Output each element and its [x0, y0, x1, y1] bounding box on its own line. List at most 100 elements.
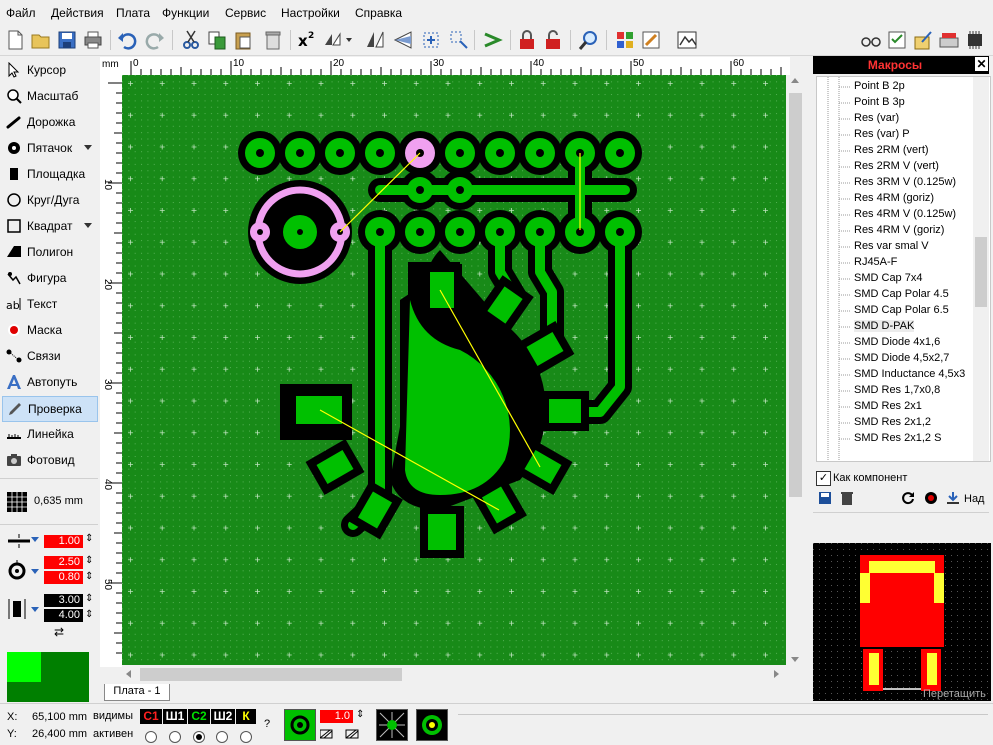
tool-figure[interactable]: Фигура — [2, 266, 96, 290]
scanner-icon[interactable] — [938, 29, 960, 51]
lock-icon[interactable] — [516, 29, 538, 51]
menu-service[interactable]: Сервис — [225, 6, 266, 20]
metallization-button[interactable] — [284, 709, 316, 741]
menu-help[interactable]: Справка — [355, 6, 402, 20]
swap-icon[interactable]: ⇄ — [54, 625, 64, 639]
macros-scrollbar[interactable] — [973, 77, 989, 461]
layer-c2-radio[interactable] — [193, 731, 205, 743]
pad-inner-field[interactable]: 0.80 — [44, 571, 83, 584]
macro-item[interactable]: SMD Diode 4x1,6 — [854, 336, 940, 348]
spin-icon[interactable]: ⇕ — [356, 709, 364, 720]
scroll-right-icon[interactable] — [774, 670, 779, 678]
spin-icon[interactable]: ⇕ — [85, 593, 93, 604]
chevron-down-icon[interactable] — [31, 607, 39, 612]
record-icon[interactable] — [924, 491, 938, 505]
spin-icon[interactable]: ⇕ — [85, 609, 93, 620]
zoom-icon[interactable] — [578, 29, 600, 51]
layer-c1-radio[interactable] — [145, 731, 157, 743]
help-icon[interactable]: ? — [264, 718, 270, 730]
glasses-icon[interactable] — [860, 29, 882, 51]
macro-item[interactable]: Res 4RM (goriz) — [854, 192, 934, 204]
pcb-board-canvas[interactable] — [122, 75, 786, 665]
macro-item[interactable]: Res 4RM V (0.125w) — [854, 208, 956, 220]
spin-icon[interactable]: ⇕ — [85, 533, 93, 544]
photo-icon[interactable] — [676, 29, 698, 51]
tab-board-1[interactable]: Плата - 1 — [104, 684, 170, 701]
x2-icon[interactable]: x2 — [296, 29, 318, 51]
macro-preview[interactable]: Перетащить — [813, 543, 991, 701]
scroll-left-icon[interactable] — [126, 670, 131, 678]
scroll-thumb[interactable] — [975, 237, 987, 307]
layer-c2-toggle[interactable]: С2 — [188, 709, 210, 724]
tool-circle[interactable]: Круг/Дуга — [2, 188, 96, 212]
macro-item[interactable]: Res (var) P — [854, 128, 910, 140]
macro-item[interactable]: SMD Res 2x1,2 — [854, 416, 931, 428]
redo-icon[interactable] — [144, 29, 166, 51]
tool-cursor[interactable]: Курсор — [2, 58, 96, 82]
macro-item[interactable]: Res var smal V — [854, 240, 929, 252]
tool-check[interactable]: Проверка — [2, 396, 98, 422]
macro-item-selected[interactable]: SMD D-PAK — [854, 320, 915, 332]
macro-item[interactable]: SMD Res 1,7x0,8 — [854, 384, 940, 396]
chevron-down-icon[interactable] — [31, 537, 39, 542]
spin-icon[interactable]: ⇕ — [85, 571, 93, 582]
macro-item[interactable]: RJ45A-F — [854, 256, 897, 268]
route-icon[interactable] — [482, 29, 504, 51]
macro-item[interactable]: Res (var) — [854, 112, 899, 124]
horizontal-scrollbar[interactable] — [122, 666, 787, 683]
macro-item[interactable]: SMD Inductance 4,5x3 — [854, 368, 965, 380]
tool-track[interactable]: Дорожка — [2, 110, 96, 134]
tool-text[interactable]: ab Текст — [2, 292, 96, 316]
layer-c1-toggle[interactable]: С1 — [140, 709, 162, 724]
tool-square[interactable]: Квадрат — [2, 214, 96, 238]
cut-icon[interactable] — [180, 29, 202, 51]
save-icon[interactable] — [56, 29, 78, 51]
tool-ruler[interactable]: Линейка — [2, 422, 96, 446]
smd-width-field[interactable]: 3.00 — [44, 594, 83, 607]
macro-item[interactable]: SMD Res 2x1,2 S — [854, 432, 941, 444]
delete-icon[interactable] — [262, 29, 284, 51]
macro-item[interactable]: Res 2RM V (vert) — [854, 160, 939, 172]
chevron-down-icon[interactable] — [84, 223, 92, 228]
unlock-icon[interactable] — [542, 29, 564, 51]
tool-polygon[interactable]: Полигон — [2, 240, 96, 264]
track-width-field[interactable]: 1.00 — [44, 535, 83, 548]
macro-item[interactable]: Point B 2p — [854, 80, 905, 92]
save-icon[interactable] — [818, 491, 832, 505]
tool-zoom[interactable]: Масштаб — [2, 84, 96, 108]
copy-icon[interactable] — [206, 29, 228, 51]
mirror-h-icon[interactable] — [322, 29, 352, 51]
menu-board[interactable]: Плата — [116, 6, 150, 20]
mirror-v2-icon[interactable] — [392, 29, 414, 51]
menu-settings[interactable]: Настройки — [281, 6, 340, 20]
scroll-down-icon[interactable] — [791, 657, 799, 662]
scroll-thumb[interactable] — [140, 668, 402, 681]
chevron-down-icon[interactable] — [84, 145, 92, 150]
open-icon[interactable] — [30, 29, 52, 51]
export-icon[interactable] — [912, 29, 934, 51]
scroll-up-icon[interactable] — [791, 78, 799, 83]
refresh-icon[interactable] — [901, 491, 915, 505]
scroll-thumb[interactable] — [789, 93, 802, 497]
macro-item[interactable]: SMD Cap Polar 4.5 — [854, 288, 949, 300]
mirror-v1-icon[interactable] — [364, 29, 386, 51]
tool-pad[interactable]: Пятачок — [2, 136, 96, 160]
close-icon[interactable]: ✕ — [975, 57, 988, 71]
tool-connections[interactable]: Связи — [2, 344, 96, 368]
undo-icon[interactable] — [116, 29, 138, 51]
layer-sh1-radio[interactable] — [169, 731, 181, 743]
tool-autoroute[interactable]: Автопуть — [2, 370, 96, 394]
menu-functions[interactable]: Функции — [162, 6, 209, 20]
paste-icon[interactable] — [232, 29, 254, 51]
layer-sh2-toggle[interactable]: Ш2 — [211, 709, 235, 724]
as-component-checkbox[interactable]: ✓ — [816, 471, 831, 486]
ratsnest-view-button[interactable] — [376, 709, 408, 741]
macro-item[interactable]: SMD Cap 7x4 — [854, 272, 922, 284]
macro-item[interactable]: SMD Diode 4,5x2,7 — [854, 352, 949, 364]
macro-item[interactable]: SMD Res 2x1 — [854, 400, 922, 412]
new-icon[interactable] — [4, 29, 26, 51]
grid-setting[interactable]: 0,635 mm — [0, 478, 98, 523]
tool-smd-pad[interactable]: Площадка — [2, 162, 96, 186]
macro-item[interactable]: SMD Cap Polar 6.5 — [854, 304, 949, 316]
menu-file[interactable]: Файл — [6, 6, 36, 20]
